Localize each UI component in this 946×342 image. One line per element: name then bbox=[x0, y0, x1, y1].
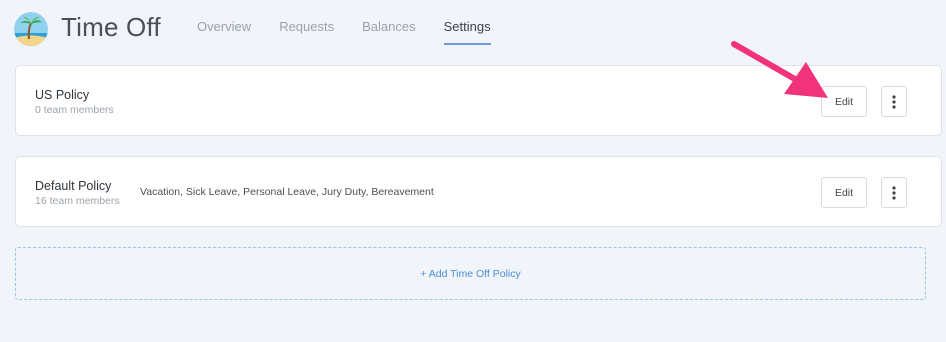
app-title: Time Off bbox=[61, 12, 161, 42]
add-policy-label: + Add Time Off Policy bbox=[420, 267, 521, 280]
edit-button[interactable]: Edit bbox=[821, 177, 867, 208]
more-options-button[interactable] bbox=[881, 86, 907, 117]
add-policy-button[interactable]: + Add Time Off Policy bbox=[15, 247, 926, 300]
policy-name: Default Policy bbox=[35, 179, 112, 193]
policy-member-count: 0 team members bbox=[35, 104, 114, 116]
policy-name: US Policy bbox=[35, 88, 90, 102]
more-options-button[interactable] bbox=[881, 177, 907, 208]
vertical-ellipsis-icon bbox=[892, 185, 896, 200]
tab-overview[interactable]: Overview bbox=[197, 19, 251, 45]
tab-settings[interactable]: Settings bbox=[443, 19, 491, 45]
policy-card-default: Default Policy 16 team members Vacation,… bbox=[15, 156, 942, 227]
policy-member-count: 16 team members bbox=[35, 195, 120, 207]
policy-leave-types: Vacation, Sick Leave, Personal Leave, Ju… bbox=[140, 186, 434, 198]
vertical-ellipsis-icon bbox=[892, 94, 896, 109]
tab-requests[interactable]: Requests bbox=[279, 19, 334, 45]
tab-balances[interactable]: Balances bbox=[362, 19, 415, 45]
beach-palm-icon bbox=[14, 12, 48, 46]
nav-tabs: Overview Requests Balances Settings bbox=[197, 19, 519, 45]
annotation-arrow-icon bbox=[731, 41, 828, 98]
